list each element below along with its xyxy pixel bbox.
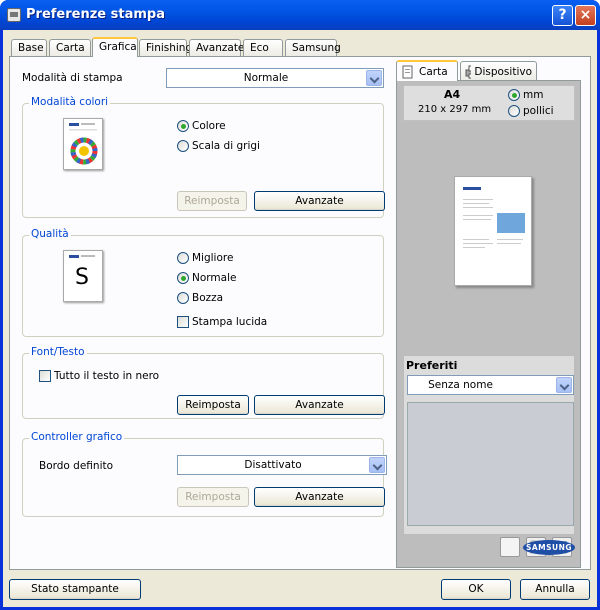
graphic-controller-group: Controller grafico Bordo definito Disatt… [22,431,387,517]
tab-samsung[interactable]: Samsung [285,39,341,56]
radio-selected-icon [508,89,520,101]
radio-icon [177,252,189,264]
radio-bozza[interactable]: Bozza [177,292,223,304]
color-reset-button[interactable]: Reimposta [177,191,247,211]
chevron-down-icon[interactable] [366,70,382,86]
pollici-label: pollici [523,105,554,117]
scala-grigi-label: Scala di grigi [192,140,260,152]
help-button[interactable]: ? [552,5,573,26]
page-preview [454,176,532,286]
radio-icon [177,140,189,152]
preferiti-title: Preferiti [406,359,458,372]
ok-button[interactable]: OK [441,579,511,600]
tab-grafica[interactable]: Grafica [92,37,138,57]
new-preset-button[interactable] [500,537,520,557]
normale-label: Normale [192,272,237,284]
radio-colore[interactable]: Colore [177,120,226,132]
right-tab-dispositivo-label: Dispositivo [474,65,532,78]
radio-icon [177,292,189,304]
tab-eco[interactable]: Eco [243,39,283,56]
all-text-black-label: Tutto il testo in nero [54,370,160,382]
radio-selected-icon [177,272,189,284]
stampa-lucida-label: Stampa lucida [192,316,268,328]
paper-dimensions: 210 x 297 mm [418,104,492,115]
radio-icon [508,105,520,117]
print-mode-label: Modalità di stampa [22,72,123,84]
bozza-label: Bozza [192,292,224,304]
radio-selected-icon [177,120,189,132]
radio-scala-grigi[interactable]: Scala di grigi [177,140,260,152]
radio-mm[interactable]: mm [508,89,543,101]
edge-value: Disattivato [244,459,302,471]
tab-carta[interactable]: Carta [49,39,91,56]
tab-right-carta[interactable]: Carta [396,60,458,81]
quality-group: Qualità S Migliore Normale Bozza Stampa … [22,228,384,337]
right-tab-carta-label: Carta [419,65,448,78]
radio-pollici[interactable]: pollici [508,105,554,117]
checkbox-icon [177,316,189,328]
cancel-button[interactable]: Annulla [520,579,590,600]
font-reset-button[interactable]: Reimposta [177,395,249,415]
quality-title: Qualità [29,228,71,240]
tab-finishing[interactable]: Finishing [139,39,192,56]
preferiti-select[interactable]: Senza nome [407,375,574,395]
preferiti-list[interactable] [407,402,574,526]
font-text-title: Font/Testo [29,346,87,358]
title-bar: Preferenze stampa ? × [0,0,600,30]
graphic-reset-button[interactable]: Reimposta [177,487,249,507]
preferiti-value: Senza nome [428,379,493,391]
chevron-down-icon[interactable] [369,457,385,473]
quality-thumb-letter: S [75,265,89,290]
close-button[interactable]: × [575,5,596,26]
paper-info: A4 210 x 297 mm mm pollici [403,85,575,121]
dialog-client: Base Carta Grafica Finishing Avanzate Ec… [3,30,597,607]
page-preview-image [463,187,525,248]
radio-normale[interactable]: Normale [177,272,236,284]
print-mode-select[interactable]: Normale [166,68,384,88]
migliore-label: Migliore [192,252,234,264]
color-wheel-thumbnail [63,118,103,170]
tab-base[interactable]: Base [11,39,47,56]
page-icon [402,65,413,78]
color-mode-group: Modalità colori Colore Scala di grigi Re… [22,96,385,218]
checkbox-all-text-black[interactable]: Tutto il testo in nero [39,370,159,382]
mm-label: mm [523,89,544,101]
radio-migliore[interactable]: Migliore [177,252,233,264]
tab-panel: Modalità di stampa Normale Modalità colo… [9,56,591,570]
chevron-down-icon[interactable] [556,377,572,393]
paper-size: A4 [444,88,461,101]
tab-right-dispositivo[interactable]: Dispositivo [460,61,537,81]
window-title: Preferenze stampa [26,7,165,22]
color-wheel-icon [69,123,98,165]
samsung-logo: SAMSUNG [523,540,575,555]
checkbox-stampa-lucida[interactable]: Stampa lucida [177,316,267,328]
colore-label: Colore [192,120,226,132]
font-advanced-button[interactable]: Avanzate [254,395,385,415]
edge-select[interactable]: Disattivato [177,455,387,475]
print-mode-value: Normale [243,72,289,84]
color-advanced-button[interactable]: Avanzate [254,191,385,211]
printer-icon [7,8,21,22]
color-mode-title: Modalità colori [29,96,111,108]
tab-avanzate[interactable]: Avanzate [189,39,244,56]
graphic-controller-title: Controller grafico [29,431,125,443]
window: Preferenze stampa ? × Base Carta Grafica… [0,0,600,610]
preferiti-panel: Preferiti Senza nome [403,355,575,535]
checkbox-icon [39,370,51,382]
edge-label: Bordo definito [39,460,114,472]
graphic-advanced-button[interactable]: Avanzate [254,487,385,507]
printer-status-button[interactable]: Stato stampante [9,579,141,600]
printer-icon [465,65,472,78]
quality-thumbnail: S [63,250,103,302]
font-text-group: Font/Testo Tutto il testo in nero Reimpo… [22,346,385,419]
preview-panel: A4 210 x 297 mm mm pollici Preferiti Sen… [396,80,581,568]
